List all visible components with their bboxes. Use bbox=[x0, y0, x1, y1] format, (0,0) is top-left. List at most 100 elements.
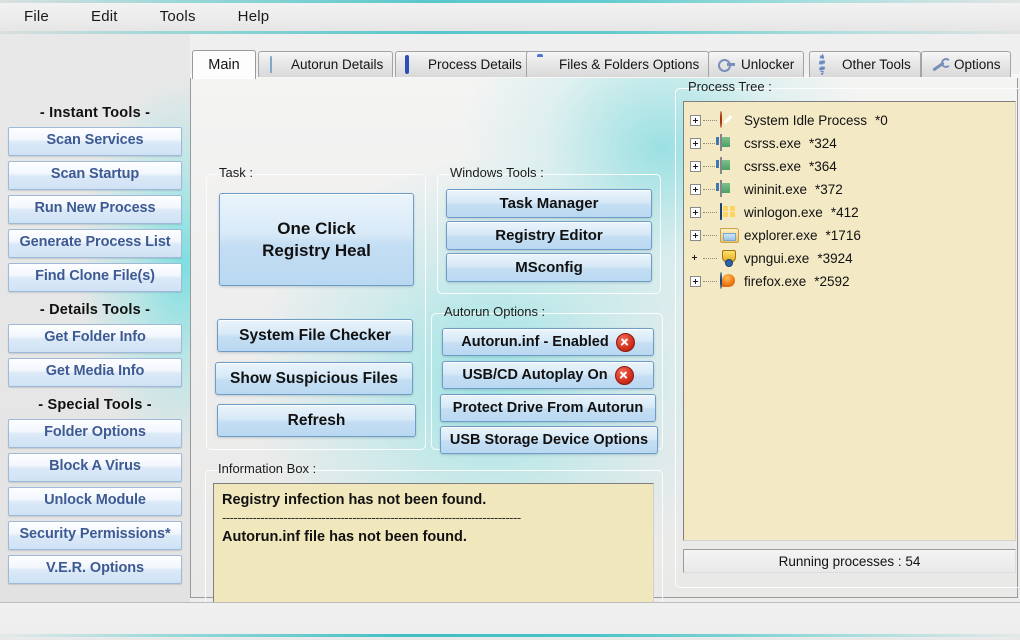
firefox-icon bbox=[720, 272, 738, 290]
tab-unlocker-label: Unlocker bbox=[741, 57, 795, 72]
tab-strip: Main Autorun Details Process Details Fil… bbox=[190, 50, 1020, 79]
tab-process-details[interactable]: Process Details bbox=[395, 51, 532, 77]
information-line-1: Registry infection has not been found. bbox=[222, 492, 487, 508]
window-icon bbox=[405, 55, 422, 74]
shield-icon bbox=[720, 250, 738, 267]
task-group: Task : One Click Registry Heal System Fi… bbox=[206, 165, 426, 450]
sidebar-heading-instant-tools: - Instant Tools - bbox=[39, 105, 151, 121]
expand-icon[interactable] bbox=[690, 115, 701, 126]
tab-process-details-label: Process Details bbox=[428, 57, 522, 72]
sidebar-item-folder-options[interactable]: Folder Options bbox=[8, 419, 182, 448]
tab-other-tools-label: Other Tools bbox=[842, 57, 911, 72]
console-icon bbox=[720, 180, 738, 198]
expand-icon[interactable] bbox=[690, 230, 701, 241]
one-click-registry-heal-line1: One Click bbox=[277, 218, 356, 238]
windows-tools-group: Windows Tools : Task Manager Registry Ed… bbox=[437, 165, 661, 294]
sidebar-item-run-new-process[interactable]: Run New Process bbox=[8, 195, 182, 224]
application-window: File Edit Tools Help - Instant Tools - S… bbox=[0, 0, 1020, 640]
task-manager-button[interactable]: Task Manager bbox=[446, 189, 652, 218]
msconfig-button[interactable]: MSconfig bbox=[446, 253, 652, 282]
tab-main[interactable]: Main bbox=[192, 50, 256, 79]
process-name: winlogon.exe bbox=[744, 205, 823, 220]
tree-connector bbox=[703, 257, 717, 260]
tree-connector bbox=[703, 188, 717, 191]
tab-files-folders-options[interactable]: Files & Folders Options bbox=[526, 51, 710, 77]
information-separator: ----------------------------------------… bbox=[222, 511, 521, 525]
process-pid: *2592 bbox=[814, 274, 850, 289]
red-x-icon bbox=[615, 332, 635, 352]
one-click-registry-heal-line2: Registry Heal bbox=[262, 240, 371, 260]
console-icon bbox=[720, 134, 738, 152]
sidebar-item-scan-services[interactable]: Scan Services bbox=[8, 127, 182, 156]
folder-icon bbox=[720, 227, 738, 244]
tree-row[interactable]: explorer.exe *1716 bbox=[690, 224, 1011, 247]
menu-bar: File Edit Tools Help bbox=[0, 0, 1020, 34]
autorun-inf-enabled-label: Autorun.inf - Enabled bbox=[461, 334, 609, 350]
sidebar-item-ver-options[interactable]: V.E.R. Options bbox=[8, 555, 182, 584]
process-name: csrss.exe bbox=[744, 136, 802, 151]
tree-row[interactable]: System Idle Process *0 bbox=[690, 109, 1011, 132]
expand-icon[interactable] bbox=[690, 207, 701, 218]
system-file-checker-button[interactable]: System File Checker bbox=[217, 319, 413, 352]
bottom-accent-line bbox=[0, 634, 1020, 637]
sidebar-item-unlock-module[interactable]: Unlock Module bbox=[8, 487, 182, 516]
tree-row[interactable]: csrss.exe *364 bbox=[690, 155, 1011, 178]
tree-row[interactable]: csrss.exe *324 bbox=[690, 132, 1011, 155]
expand-icon[interactable] bbox=[690, 276, 701, 287]
tab-unlocker[interactable]: Unlocker bbox=[708, 51, 805, 77]
sidebar-item-block-a-virus[interactable]: Block A Virus bbox=[8, 453, 182, 482]
task-group-legend: Task : bbox=[219, 165, 253, 180]
registry-editor-button[interactable]: Registry Editor bbox=[446, 221, 652, 250]
sidebar-heading-details-tools: - Details Tools - bbox=[39, 302, 151, 318]
console-icon bbox=[720, 157, 738, 175]
bottom-bar bbox=[0, 602, 1020, 640]
process-tree-legend: Process Tree : bbox=[688, 79, 772, 94]
usb-cd-autoplay-on-button[interactable]: USB/CD Autoplay On bbox=[442, 361, 654, 389]
process-tree-list[interactable]: System Idle Process *0 csrss.exe *324 cs… bbox=[683, 101, 1016, 541]
tab-other-tools[interactable]: Other Tools bbox=[809, 51, 921, 77]
process-name: vpngui.exe bbox=[744, 251, 810, 266]
gear-icon bbox=[819, 54, 836, 75]
tree-row[interactable]: firefox.exe *2592 bbox=[690, 270, 1011, 293]
tab-options[interactable]: Options bbox=[921, 51, 1011, 77]
show-suspicious-files-button[interactable]: Show Suspicious Files bbox=[215, 362, 413, 395]
menu-item-file[interactable]: File bbox=[16, 6, 57, 27]
tree-connector bbox=[703, 234, 717, 237]
sidebar-item-generate-process-list[interactable]: Generate Process List bbox=[8, 229, 182, 258]
page-icon bbox=[268, 56, 285, 73]
menu-item-tools[interactable]: Tools bbox=[152, 6, 204, 27]
protect-drive-from-autorun-button[interactable]: Protect Drive From Autorun bbox=[440, 394, 656, 422]
process-name: System Idle Process bbox=[744, 113, 868, 128]
process-pid: *0 bbox=[875, 113, 888, 128]
one-click-registry-heal-button[interactable]: One Click Registry Heal bbox=[219, 193, 414, 286]
expand-icon[interactable] bbox=[690, 184, 701, 195]
sidebar-item-find-clone-files[interactable]: Find Clone File(s) bbox=[8, 263, 182, 292]
sidebar-item-security-permissions[interactable]: Security Permissions* bbox=[8, 521, 182, 550]
sidebar-item-get-folder-info[interactable]: Get Folder Info bbox=[8, 324, 182, 353]
sidebar-item-scan-startup[interactable]: Scan Startup bbox=[8, 161, 182, 190]
process-pid: *412 bbox=[830, 205, 859, 220]
expand-icon[interactable] bbox=[690, 161, 701, 172]
refresh-button[interactable]: Refresh bbox=[217, 404, 416, 437]
tree-connector bbox=[703, 142, 717, 145]
tree-row[interactable]: vpngui.exe *3924 bbox=[690, 247, 1011, 270]
information-line-2: Autorun.inf file has not been found. bbox=[222, 529, 467, 545]
process-name: csrss.exe bbox=[744, 159, 802, 174]
usb-storage-device-options-button[interactable]: USB Storage Device Options bbox=[440, 426, 658, 454]
menu-item-help[interactable]: Help bbox=[230, 6, 278, 27]
tab-main-label: Main bbox=[208, 57, 240, 73]
tree-row[interactable]: winlogon.exe *412 bbox=[690, 201, 1011, 224]
folder-icon bbox=[536, 57, 553, 72]
tab-autorun-details[interactable]: Autorun Details bbox=[258, 51, 394, 77]
tree-leaf-spacer bbox=[690, 253, 701, 264]
red-x-icon bbox=[614, 365, 634, 385]
autorun-inf-enabled-button[interactable]: Autorun.inf - Enabled bbox=[442, 328, 654, 356]
expand-icon[interactable] bbox=[690, 138, 701, 149]
tree-row[interactable]: wininit.exe *372 bbox=[690, 178, 1011, 201]
process-tree-group: Process Tree : System Idle Process *0 cs… bbox=[675, 79, 1020, 588]
process-pid: *364 bbox=[809, 159, 837, 174]
sidebar-item-get-media-info[interactable]: Get Media Info bbox=[8, 358, 182, 387]
menu-item-edit[interactable]: Edit bbox=[83, 6, 126, 27]
menu-top-accent-line bbox=[0, 0, 1020, 3]
information-box-legend: Information Box : bbox=[218, 461, 317, 476]
